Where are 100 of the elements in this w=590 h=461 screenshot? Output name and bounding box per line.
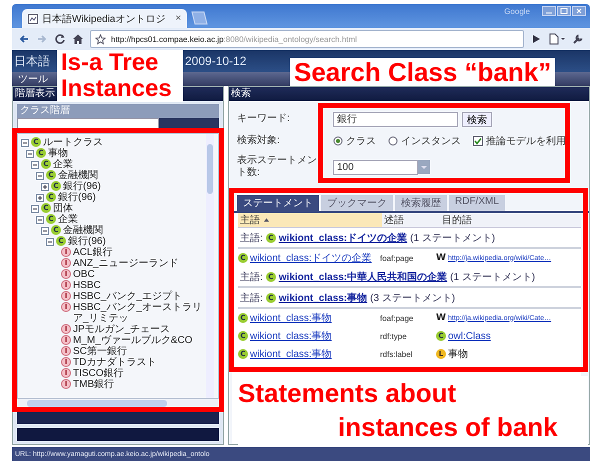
tab[interactable]: ステートメント (237, 195, 319, 211)
tree-item[interactable]: 企業 (58, 214, 78, 225)
web-icon: W (436, 313, 446, 323)
tab[interactable]: RDF/XML (449, 195, 505, 211)
menu-item[interactable]: ツール (18, 72, 48, 86)
subject-link[interactable]: wikiont_class:ドイツの企業 (278, 230, 408, 244)
tree-item[interactable]: OBC (73, 269, 95, 280)
tree-item[interactable]: ルートクラス (43, 137, 103, 148)
star-icon[interactable] (95, 34, 106, 44)
minimize-icon[interactable] (542, 6, 556, 16)
tree-item[interactable]: TMB銀行 (73, 379, 114, 390)
tree-item[interactable]: 金融機関 (58, 170, 98, 181)
annotation-label: Statements about (238, 377, 458, 410)
keyword-field[interactable]: 銀行 (333, 112, 458, 126)
browser-tab[interactable]: 日本語Wikipediaオントロジ × (22, 9, 188, 28)
tree-item[interactable]: TDカナダトラスト (73, 357, 156, 368)
tree-item[interactable]: TISCO銀行 (73, 368, 124, 379)
predicate-text: foaf:page (380, 254, 414, 262)
tree-item[interactable]: JPモルガン_チェース (73, 324, 170, 335)
page-menu-icon[interactable] (548, 33, 566, 45)
annotation-label: instances of bank (337, 411, 559, 444)
tree-item[interactable]: 団体 (53, 203, 73, 214)
subject-link[interactable]: wikiont_class:中華人民共和国の企業 (278, 270, 448, 284)
new-tab-button[interactable] (189, 11, 210, 25)
checkbox-label: 推論モデルを利用 (486, 134, 566, 148)
collapse-toggle-icon[interactable] (36, 172, 44, 180)
page-icon (28, 14, 38, 24)
tree-item[interactable]: 金融機関 (63, 225, 103, 236)
radio-icon[interactable] (333, 136, 343, 146)
target-label: 検索対象: (237, 135, 281, 147)
expand-toggle-icon[interactable] (36, 194, 44, 202)
radio-label: クラス (346, 135, 376, 148)
subject-link[interactable]: wikiont_class:事物 (278, 290, 368, 304)
brand-text: Google (504, 7, 530, 16)
annotation-label: Is-a Tree Instances (57, 50, 183, 102)
group-prefix: 主語: (240, 292, 263, 304)
date-text: 2009-10-12 (185, 54, 246, 68)
tree-item[interactable]: ACL銀行 (73, 247, 112, 258)
subject-link[interactable]: wikiont_class:事物 (250, 347, 332, 361)
back-icon[interactable] (18, 33, 30, 45)
tree-item[interactable]: 銀行(96) (58, 192, 96, 203)
tree-item[interactable]: HSBC (73, 280, 101, 291)
collapse-toggle-icon[interactable] (46, 238, 54, 246)
tab[interactable]: 検索履歴 (395, 195, 447, 211)
subject-link[interactable]: wikiont_class:ドイツの企業 (250, 251, 372, 265)
predicate-text: rdfs:label (380, 350, 412, 358)
annotation-label: Search Class “bank” (290, 58, 556, 86)
collapse-toggle-icon[interactable] (36, 216, 44, 224)
count-field[interactable]: 100 (333, 160, 418, 174)
tab-title: 日本語Wikipediaオントロジ (42, 12, 166, 26)
panel-title: クラス階層 (20, 105, 70, 117)
group-prefix: 主語: (240, 270, 263, 284)
tree-item[interactable]: 銀行(96) (63, 181, 101, 192)
play-icon[interactable] (530, 33, 542, 45)
tree-item[interactable]: 事物 (48, 148, 68, 159)
reload-icon[interactable] (54, 33, 66, 45)
sort-ascending-icon (263, 217, 270, 223)
radio-label: インスタンス (401, 135, 461, 148)
panel-title: 階層表示 (15, 88, 55, 100)
tab[interactable]: ブックマーク (321, 195, 393, 211)
home-icon[interactable] (72, 33, 84, 45)
tree-item[interactable]: HSBC_バンク_オーストラリア_リミテッ (73, 302, 202, 324)
group-prefix: 主語: (240, 232, 263, 244)
web-icon: W (436, 253, 446, 263)
statement-count: (3 ステートメント) (370, 292, 456, 304)
radio-icon[interactable] (388, 136, 398, 146)
wrench-icon[interactable] (572, 33, 584, 45)
tree-item[interactable]: ANZ_ニュージーランド (73, 258, 179, 269)
tree-item[interactable]: 企業 (53, 159, 73, 170)
column-header[interactable]: 目的語 (440, 213, 581, 227)
collapse-toggle-icon[interactable] (41, 226, 49, 234)
search-button[interactable]: 検索 (462, 112, 492, 126)
tree-item[interactable]: 銀行(96) (68, 236, 106, 247)
subject-link[interactable]: wikiont_class:事物 (250, 311, 332, 325)
collapse-toggle-icon[interactable] (21, 138, 29, 146)
close-tab-button[interactable]: × (175, 13, 182, 24)
collapse-toggle-icon[interactable] (31, 204, 39, 212)
statement-count: (1 ステートメント) (450, 270, 536, 284)
panel-title: 検索 (231, 88, 251, 100)
address-field[interactable]: http://hpcs01.compae.keio.ac.jp:8080/wikipedia_ontology/search.html (90, 30, 524, 48)
app-title: 日本語 (14, 52, 50, 70)
vertical-scrollbar[interactable] (206, 134, 214, 398)
expand-toggle-icon[interactable] (41, 182, 49, 190)
statement-count: (1 ステートメント) (410, 232, 496, 244)
tree-item[interactable]: HSBC_バンク_エジプト (73, 291, 182, 302)
checkbox[interactable] (473, 136, 483, 146)
literal-text: 事物 (448, 348, 468, 361)
column-header[interactable]: 主語 (238, 213, 382, 227)
object-link[interactable]: owl:Class (448, 330, 491, 342)
maximize-icon[interactable] (557, 6, 571, 16)
collapse-toggle-icon[interactable] (31, 160, 39, 168)
column-header[interactable]: 述語 (382, 213, 440, 227)
collapse-toggle-icon[interactable] (26, 150, 34, 158)
subject-link[interactable]: wikiont_class:事物 (250, 329, 332, 343)
predicate-text: rdf:type (380, 332, 407, 340)
close-icon[interactable] (572, 6, 586, 16)
tree-item[interactable]: M_M_ヴァールブルク&CO (73, 335, 192, 346)
count-label: 表示ステートメント数: (237, 155, 318, 179)
tree-item[interactable]: SC第一銀行 (73, 346, 127, 357)
keyword-label: キーワード: (237, 113, 291, 125)
